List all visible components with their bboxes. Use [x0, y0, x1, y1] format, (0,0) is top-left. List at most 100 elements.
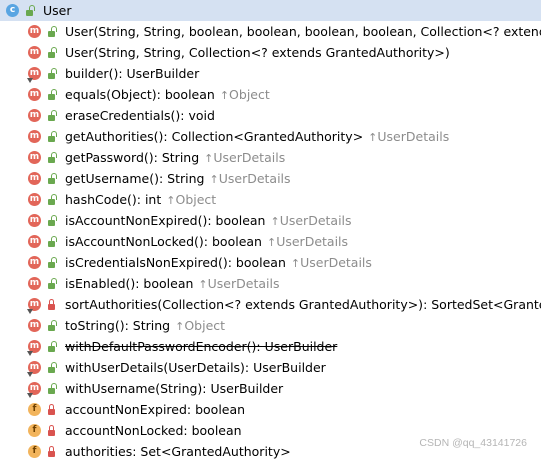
private-visibility-icon	[46, 297, 58, 313]
arrow-up-icon: ↑	[266, 236, 277, 249]
arrow-up-icon: ↑	[270, 215, 280, 228]
inherited-from: ↑Object	[166, 192, 216, 207]
static-marker-icon	[27, 350, 33, 356]
public-visibility-icon	[24, 3, 36, 19]
field-icon: f	[27, 444, 43, 459]
method-icon: m	[28, 87, 41, 101]
public-visibility-icon	[46, 318, 58, 334]
method-row[interactable]: m isAccountNonExpired(): boolean ↑UserDeta…	[0, 210, 541, 231]
method-row[interactable]: m equals(Object): boolean ↑Object	[0, 84, 541, 105]
inherited-from: ↑UserDetails	[198, 276, 279, 291]
method-icon: m	[28, 45, 41, 59]
arrow-up-icon: ↑	[290, 257, 301, 270]
method-row[interactable]: m isAccountNonLocked(): boolean ↑UserDetai…	[0, 231, 541, 252]
private-visibility-icon	[46, 402, 58, 418]
public-visibility-icon	[46, 255, 58, 271]
inherited-from-label: UserDetails	[207, 276, 280, 291]
member-signature: isEnabled(): boolean	[65, 276, 194, 291]
class-icon: c	[5, 3, 21, 19]
class-name: User	[43, 3, 72, 18]
inherited-from-label: Object	[229, 87, 270, 102]
method-icon: m	[28, 276, 41, 290]
arrow-up-icon: ↑	[219, 89, 230, 102]
method-row[interactable]: m withUsername(String): UserBuilder	[0, 378, 541, 399]
method-row[interactable]: m builder(): UserBuilder	[0, 63, 541, 84]
method-icon: m	[27, 339, 43, 356]
member-signature: isAccountNonExpired(): boolean	[65, 213, 266, 228]
public-visibility-icon	[46, 192, 58, 208]
member-signature: toString(): String	[65, 318, 171, 333]
member-signature: accountNonLocked: boolean	[65, 423, 242, 438]
inherited-from: ↑UserDetails	[270, 213, 351, 228]
method-row[interactable]: m toString(): String ↑Object	[0, 315, 541, 336]
method-row[interactable]: m User(String, String, Collection<? exten…	[0, 42, 541, 63]
member-signature: isAccountNonLocked(): boolean	[65, 234, 262, 249]
member-signature: getUsername(): String	[65, 171, 205, 186]
method-row[interactable]: m sortAuthorities(Collection<? extends Gr…	[0, 294, 541, 315]
inherited-from: ↑UserDetails	[368, 129, 449, 144]
member-signature: getAuthorities(): Collection<GrantedAuth…	[65, 129, 364, 144]
member-signature: authorities: Set<GrantedAuthority>	[65, 444, 291, 459]
static-marker-icon	[27, 77, 33, 83]
inherited-from: ↑Object	[175, 318, 225, 333]
field-icon: f	[27, 423, 43, 439]
method-icon: m	[28, 150, 41, 164]
method-icon: m	[27, 297, 43, 314]
public-visibility-icon	[46, 87, 58, 103]
public-visibility-icon	[46, 24, 58, 40]
member-signature: isCredentialsNonExpired(): boolean	[65, 255, 286, 270]
method-icon: m	[28, 318, 41, 332]
inherited-from-label: Object	[175, 192, 217, 207]
method-row[interactable]: m withDefaultPasswordEncoder(): UserBuild…	[0, 336, 541, 357]
arrow-up-icon: ↑	[175, 320, 185, 333]
member-signature: accountNonExpired: boolean	[65, 402, 246, 417]
class-header-row[interactable]: c User	[0, 0, 541, 21]
method-icon: m	[27, 66, 43, 83]
inherited-from-label: Object	[184, 318, 226, 333]
method-row[interactable]: m isEnabled(): boolean ↑UserDetails	[0, 273, 541, 294]
public-visibility-icon	[46, 276, 58, 292]
inherited-from-label: UserDetails	[300, 255, 372, 270]
public-visibility-icon	[46, 150, 58, 166]
method-icon: m	[27, 381, 43, 398]
inherited-from-label: UserDetails	[279, 213, 352, 228]
public-visibility-icon	[46, 66, 58, 82]
private-visibility-icon	[46, 423, 58, 439]
method-row[interactable]: m hashCode(): int ↑Object	[0, 189, 541, 210]
inherited-from: ↑UserDetails	[291, 255, 372, 270]
method-row[interactable]: m eraseCredentials(): void	[0, 105, 541, 126]
inherited-from: ↑Object	[220, 87, 270, 102]
member-signature: User(String, String, boolean, boolean, b…	[65, 24, 541, 39]
method-row[interactable]: m getAuthorities(): Collection<GrantedAut…	[0, 126, 541, 147]
method-icon: m	[28, 129, 41, 143]
method-row[interactable]: m getPassword(): String ↑UserDetails	[0, 147, 541, 168]
public-visibility-icon	[46, 171, 58, 187]
arrow-up-icon: ↑	[209, 173, 219, 186]
public-visibility-icon	[46, 45, 58, 61]
inherited-from-label: UserDetails	[218, 171, 291, 186]
arrow-up-icon: ↑	[204, 152, 214, 165]
member-signature: equals(Object): boolean	[65, 87, 215, 102]
method-row[interactable]: m getUsername(): String ↑UserDetails	[0, 168, 541, 189]
member-signature: hashCode(): int	[65, 192, 162, 207]
member-signature: builder(): UserBuilder	[65, 66, 200, 81]
method-icon: m	[28, 255, 41, 269]
public-visibility-icon	[46, 360, 58, 376]
member-signature: User(String, String, Collection<? extend…	[65, 45, 450, 60]
static-marker-icon	[27, 392, 33, 398]
method-row[interactable]: m withUserDetails(UserDetails): UserBuild…	[0, 357, 541, 378]
method-row[interactable]: m User(String, String, boolean, boolean, …	[0, 21, 541, 42]
private-visibility-icon	[46, 444, 58, 459]
inherited-from-label: UserDetails	[213, 150, 286, 165]
member-signature: withUserDetails(UserDetails): UserBuilde…	[65, 360, 326, 375]
method-icon: m	[28, 213, 41, 227]
method-icon: m	[28, 108, 41, 122]
method-row[interactable]: m isCredentialsNonExpired(): boolean ↑User…	[0, 252, 541, 273]
public-visibility-icon	[46, 213, 58, 229]
watermark: CSDN @qq_43141726	[419, 437, 527, 449]
field-row[interactable]: f accountNonExpired: boolean	[0, 399, 541, 420]
field-icon: f	[27, 402, 43, 418]
static-marker-icon	[27, 371, 33, 377]
public-visibility-icon	[46, 381, 58, 397]
member-signature: eraseCredentials(): void	[65, 108, 215, 123]
